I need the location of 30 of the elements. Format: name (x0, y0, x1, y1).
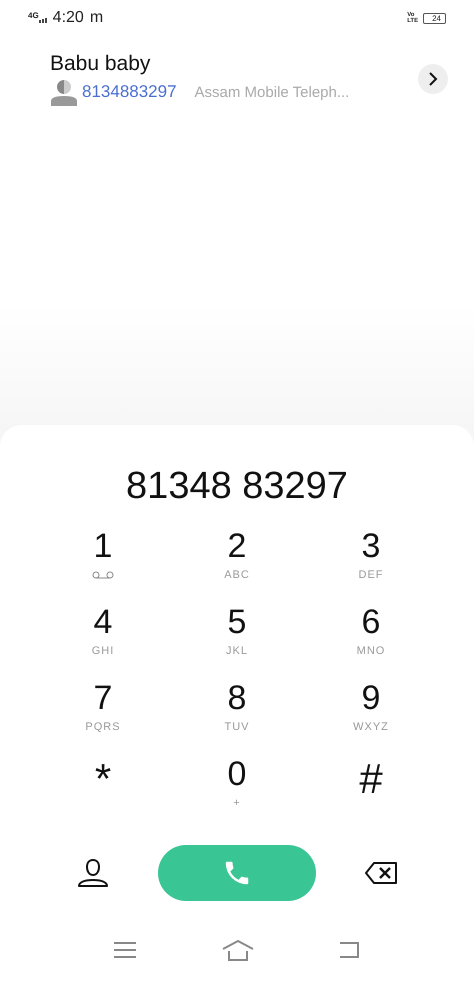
home-icon[interactable] (222, 939, 254, 961)
dial-key[interactable]: 2 ABC (170, 523, 304, 599)
person-icon (50, 78, 78, 106)
clock-time: 4:20 (52, 9, 84, 27)
dial-key[interactable]: * (36, 751, 170, 827)
dial-key[interactable]: # (304, 751, 438, 827)
chevron-icon (428, 72, 438, 86)
dial-key[interactable]: 8 TUV (170, 675, 304, 751)
dial-key[interactable]: 0 + (170, 751, 304, 827)
dial-key[interactable]: 1 (36, 523, 170, 599)
status-label: m (90, 9, 104, 27)
dial-key[interactable]: 6 MNO (304, 599, 438, 675)
contact-name[interactable]: Babu baby (50, 52, 418, 76)
person-icon (77, 858, 109, 888)
dial-key[interactable]: 5 JKL (170, 599, 304, 675)
dial-key[interactable]: 3 DEF (304, 523, 438, 599)
carrier-label: Assam Mobile Teleph... (194, 84, 350, 100)
battery-indicator: 24 (423, 12, 446, 24)
voicemail-icon (92, 571, 114, 579)
signal-icon (38, 17, 49, 23)
contact-number[interactable]: 8134883297 (82, 82, 177, 102)
dialed-number: 81348 83297 (126, 465, 348, 509)
back-icon[interactable] (339, 941, 362, 959)
menu-icon[interactable] (112, 941, 137, 959)
dial-key[interactable]: 7 PQRS (36, 675, 170, 751)
dial-key[interactable]: 4 GHI (36, 599, 170, 675)
details-button[interactable] (418, 64, 448, 94)
backspace-icon (364, 861, 398, 885)
dial-key[interactable]: 9 WXYZ (304, 675, 438, 751)
network-label: 4G (28, 10, 39, 20)
